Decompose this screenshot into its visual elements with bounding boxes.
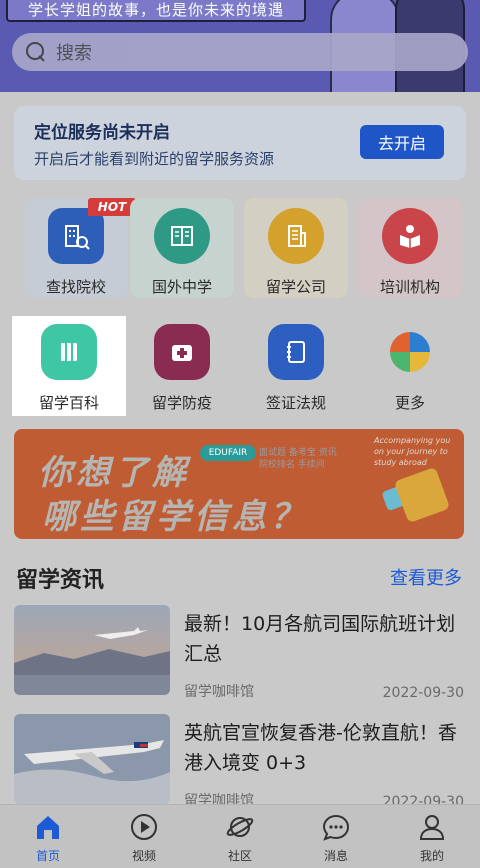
search-icon [26,42,46,62]
grid-item-label: 国外中学 [151,278,212,296]
news-thumbnail-airplane [14,714,170,804]
main-content: 定位服务尚未开启 开启后才能看到附近的留学服务资源 去开启 查找院校 HOT 国… [0,92,480,810]
news-title: 英航官宣恢复香港-伦敦直航！香港入境变 0+3 [184,722,457,774]
notebook-icon [268,324,324,380]
banner-line2: 哪些留学信息？ [42,497,308,537]
news-item[interactable]: 最新！10月各航司国际航班计划汇总 留学咖啡馆 2022-09-30 [14,605,466,705]
grid-item-study-abroad-company[interactable]: 留学公司 [244,198,348,298]
grid-item-find-school[interactable]: 查找院校 HOT [24,198,136,298]
book-icon [154,208,210,264]
tab-label: 我的 [419,849,444,863]
grid-item-training-institution[interactable]: 培训机构 [358,198,462,298]
chat-bubble-icon [320,811,352,843]
grid-item-label: 签证法规 [265,394,326,412]
grid-item-label: 留学公司 [265,278,326,296]
building-icon [268,208,324,264]
home-icon [32,811,64,843]
user-icon [416,811,448,843]
search-bar[interactable]: 搜索 [12,33,468,71]
news-thumbnail-airplane-sunset [14,605,170,695]
grid-item-epidemic-prevention[interactable]: 留学防疫 [130,314,234,414]
news-date: 2022-09-30 [382,685,464,701]
news-title: 最新！10月各航司国际航班计划汇总 [184,613,456,665]
news-section-title: 留学资讯 [16,568,105,593]
megaphone-icon [393,466,451,524]
grid-item-label: 留学防疫 [151,394,212,412]
promo-banner[interactable]: 你想了解 哪些留学信息？ EDUFAIR 面试题 备考宝 资讯 院校排名 手续问… [14,429,464,539]
tab-label: 视频 [131,849,156,863]
grid-item-label: 留学百科 [38,394,99,412]
tab-label: 消息 [323,849,348,863]
banner-line1: 你想了解 [38,453,190,493]
tab-messages[interactable]: 消息 [288,805,384,868]
banner-tag: EDUFAIR [200,445,256,461]
banner-english-text: Accompanying you on your journey to stud… [374,436,451,467]
hot-badge: HOT [88,198,136,216]
planet-icon [224,811,256,843]
bottom-tab-bar: 首页 视频 社区 消息 我的 [0,804,480,868]
see-more-link[interactable]: 查看更多 [390,564,462,590]
header-banner: 学长学姐的故事，也是你未来的境遇 搜索 [0,0,480,92]
tab-label: 社区 [227,849,252,863]
play-icon [128,811,160,843]
news-item[interactable]: 英航官宣恢复香港-伦敦直航！香港入境变 0+3 留学咖啡馆 2022-09-30 [14,714,466,814]
enable-location-button[interactable]: 去开启 [360,125,444,159]
location-subtitle: 开启后才能看到附近的留学服务资源 [34,150,275,168]
grid-item-label: 更多 [394,394,425,412]
reading-icon [382,208,438,264]
tab-label: 首页 [35,849,60,863]
tab-profile[interactable]: 我的 [384,805,480,868]
news-source: 留学咖啡馆 [184,684,254,700]
grid-item-visa-regulations[interactable]: 签证法规 [244,314,348,414]
grid-item-study-abroad-encyclopedia[interactable]: 留学百科 [17,314,121,414]
tagline: 学长学姐的故事，也是你未来的境遇 [27,0,284,19]
medical-kit-icon [154,324,210,380]
tagline-box: 学长学姐的故事，也是你未来的境遇 [6,0,306,22]
banner-mini-text: 面试题 备考宝 资讯 院校排名 手续问 [259,448,337,470]
location-card: 定位服务尚未开启 开启后才能看到附近的留学服务资源 去开启 [14,106,466,180]
location-title: 定位服务尚未开启 [34,123,170,143]
grid-item-label: 培训机构 [379,278,440,296]
grid-item-more[interactable]: 更多 [358,314,462,414]
grid-item-label: 查找院校 [45,278,106,296]
encyclopedia-icon [41,324,97,380]
tab-video[interactable]: 视频 [96,805,192,868]
school-search-icon [48,208,104,264]
more-petals-icon [382,324,438,380]
tab-home[interactable]: 首页 [0,805,96,868]
grid-item-overseas-high-school[interactable]: 国外中学 [130,198,234,298]
tab-community[interactable]: 社区 [192,805,288,868]
search-placeholder: 搜索 [56,43,92,64]
